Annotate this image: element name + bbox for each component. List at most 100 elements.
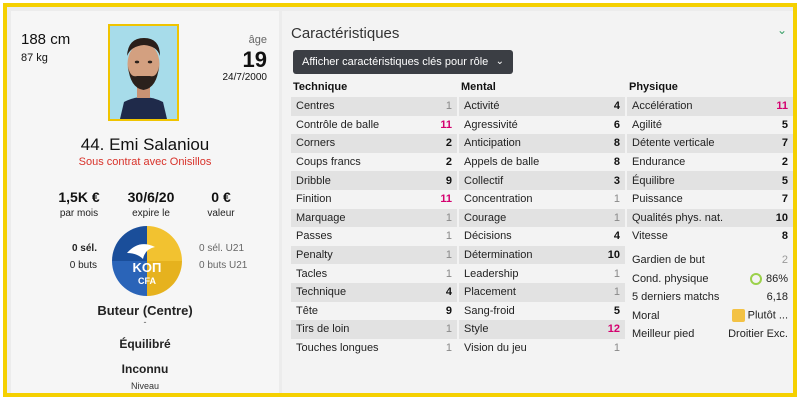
attribute-label: Endurance	[632, 156, 686, 169]
technique-header: Technique	[293, 81, 348, 93]
attribute-row[interactable]: Tirs de loin 1	[291, 320, 457, 339]
attribute-row[interactable]: Appels de balle 8	[459, 152, 625, 172]
attribute-value: 5	[781, 118, 788, 131]
attribute-value: 1	[445, 342, 452, 355]
attribute-label: Passes	[296, 230, 333, 243]
attribute-row[interactable]: Accélération 11	[627, 97, 793, 116]
attribute-value: 5	[613, 304, 620, 317]
attribute-row[interactable]: Contrôle de balle 11	[291, 115, 457, 135]
attribute-value: 4	[613, 100, 620, 113]
attribute-value: 4	[613, 230, 620, 243]
attribute-row[interactable]: Touches longues 1	[291, 338, 457, 358]
attribute-label: Équilibre	[632, 174, 675, 187]
attribute-label: Accélération	[632, 100, 693, 113]
attribute-row[interactable]: Vitesse 8	[627, 227, 793, 246]
expiry-value: 30/6/20	[127, 189, 175, 205]
expiry-label: expire le	[132, 208, 170, 219]
player-level: Inconnu	[121, 362, 169, 376]
attribute-row[interactable]: Endurance 2	[627, 152, 793, 172]
attribute-row[interactable]: Activité 4	[459, 97, 625, 116]
value-label: valeur	[207, 208, 235, 219]
attribute-row[interactable]: Placement 1	[459, 282, 625, 302]
club-crest-icon: KOΠ CFA	[112, 226, 182, 296]
attribute-value: 2	[781, 156, 788, 169]
condition-row[interactable]: Cond. physique 86%	[627, 269, 793, 288]
attribute-row[interactable]: Anticipation 8	[459, 134, 625, 153]
physique-column: Physique Accélération 11 Agilité 5 Détente v…	[627, 81, 793, 344]
attribute-row[interactable]: Passes 1	[291, 227, 457, 246]
attribute-row[interactable]: Courage 1	[459, 208, 625, 228]
contract-status[interactable]: Sous contrat avec Onisillos	[11, 156, 279, 168]
attribute-row[interactable]: Sang-froid 5	[459, 301, 625, 321]
attribute-row[interactable]: Vision du jeu 1	[459, 338, 625, 358]
attribute-label: Style	[464, 323, 489, 336]
attribute-value: 11	[440, 193, 452, 206]
attribute-row[interactable]: Tacles 1	[291, 264, 457, 283]
attribute-row[interactable]: Leadership 1	[459, 264, 625, 283]
attribute-row[interactable]: Agilité 5	[627, 115, 793, 135]
attribute-row[interactable]: Technique 4	[291, 282, 457, 302]
attribute-value: 1	[613, 342, 620, 355]
attribute-value: 6	[613, 118, 620, 131]
goals-count: 0 buts	[69, 260, 97, 271]
club-logo[interactable]: KOΠ CFA	[109, 223, 185, 299]
attribute-row[interactable]: Penalty 1	[291, 245, 457, 265]
morale-value: Plutôt ...	[747, 309, 788, 322]
attribute-label: Agilité	[632, 118, 662, 131]
attribute-value: 1	[613, 267, 620, 280]
age-label: âge	[248, 34, 267, 46]
physique-header: Physique	[629, 81, 678, 93]
attribute-label: Meilleur pied	[632, 328, 695, 341]
attribute-value: 1	[445, 230, 452, 243]
key-attributes-dropdown[interactable]: Afficher caractéristiques clés pour rôle…	[293, 50, 513, 74]
condition-ring-icon	[749, 272, 762, 285]
attribute-row[interactable]: Marquage 1	[291, 208, 457, 228]
attribute-value: 8	[613, 156, 620, 169]
preferred-foot-row[interactable]: Meilleur pied Droitier Exc.	[627, 325, 793, 344]
last5-value: 6,18	[766, 291, 788, 304]
attribute-value: 2	[781, 254, 788, 267]
attribute-row[interactable]: Corners 2	[291, 134, 457, 153]
attribute-value: 1	[445, 267, 452, 280]
player-panel: 188 cm 87 kg âge 19 24/7/2000 44. Emi Sa…	[3, 3, 797, 397]
player-name: 44. Emi Salaniou	[80, 135, 210, 154]
attribute-row[interactable]: Dribble 9	[291, 171, 457, 190]
attribute-row[interactable]: Finition 11	[291, 189, 457, 209]
goalkeeper-row[interactable]: Gardien de but 2	[627, 250, 793, 270]
attribute-row[interactable]: Tête 9	[291, 301, 457, 321]
attribute-row[interactable]: Qualités phys. nat. 10	[627, 208, 793, 228]
attribute-row[interactable]: Détente verticale 7	[627, 134, 793, 153]
player-weight: 87 kg	[21, 52, 48, 64]
attribute-label: Coups francs	[296, 156, 361, 169]
attribute-row[interactable]: Agressivité 6	[459, 115, 625, 135]
attribute-label: Agressivité	[464, 118, 518, 131]
attribute-label: Qualités phys. nat.	[632, 211, 724, 224]
attribute-value: 9	[445, 174, 452, 187]
attribute-row[interactable]: Coups francs 2	[291, 152, 457, 172]
last5-row[interactable]: 5 derniers matchs 6,18	[627, 287, 793, 307]
wage-value: 1,5K €	[58, 189, 100, 205]
attribute-label: Dribble	[296, 174, 331, 187]
attribute-row[interactable]: Puissance 7	[627, 189, 793, 209]
attribute-row[interactable]: Décisions 4	[459, 227, 625, 246]
attribute-row[interactable]: Collectif 3	[459, 171, 625, 190]
morale-row[interactable]: Moral Plutôt ...	[627, 306, 793, 326]
u21-stats: 0 sél. U21 0 buts U21	[199, 243, 247, 277]
value-value: 0 €	[211, 189, 231, 205]
attribute-row[interactable]: Équilibre 5	[627, 171, 793, 190]
attribute-value: 8	[613, 137, 620, 150]
attribute-row[interactable]: Détermination 10	[459, 245, 625, 265]
attribute-label: Contrôle de balle	[296, 118, 380, 131]
attribute-label: Anticipation	[464, 137, 521, 150]
attribute-row[interactable]: Centres 1	[291, 97, 457, 116]
attribute-label: Activité	[464, 100, 500, 113]
chevron-down-icon[interactable]: ⌄	[777, 23, 787, 37]
attribute-value: 8	[781, 230, 788, 243]
attribute-value: 10	[775, 211, 788, 224]
attribute-value: 12	[607, 323, 620, 336]
preferred-foot-value: Droitier Exc.	[728, 328, 788, 341]
attribute-label: Corners	[296, 137, 336, 150]
mental-header: Mental	[461, 81, 496, 93]
attribute-row[interactable]: Concentration 1	[459, 189, 625, 209]
attribute-row[interactable]: Style 12	[459, 320, 625, 339]
